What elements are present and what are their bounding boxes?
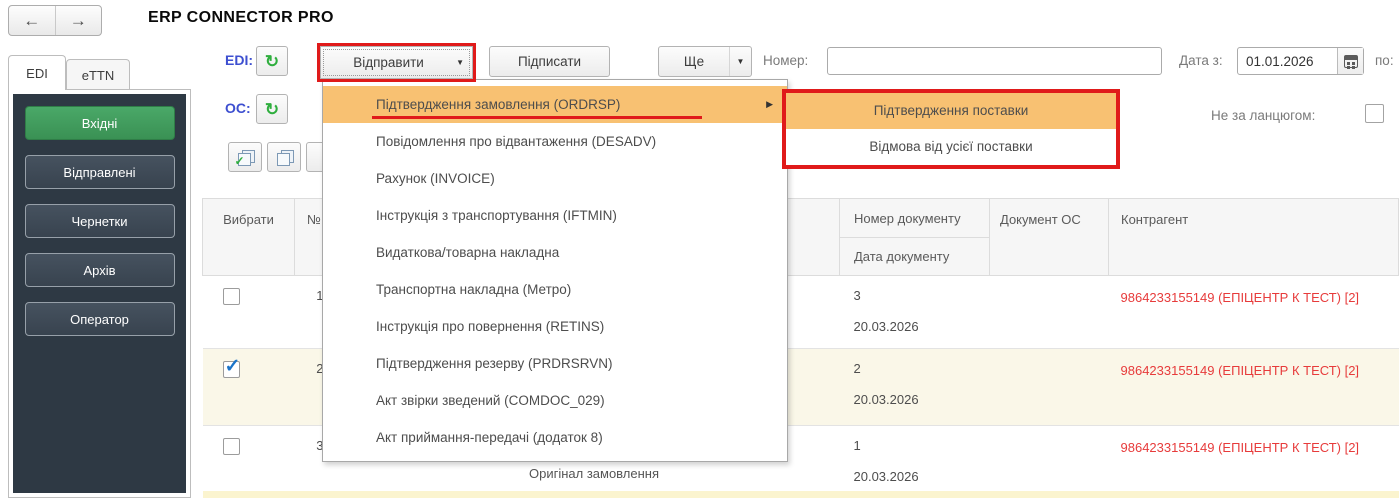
menu-item-prdrsrvn[interactable]: Підтвердження резерву (PRDRSRVN)	[323, 345, 787, 382]
menu-item-transport-metro[interactable]: Транспортна накладна (Метро)	[323, 271, 787, 308]
send-button-label: Відправити	[321, 55, 456, 70]
erp-connector-window: ← → ERP CONNECTOR PRO EDI eTTN Вхідні Ві…	[0, 0, 1400, 498]
date-from-field[interactable]: 01.01.2026	[1237, 47, 1364, 75]
menu-item-vydatkova[interactable]: Видаткова/товарна накладна	[323, 234, 787, 271]
edi-section-label: EDI:	[225, 52, 253, 68]
number-label: Номер:	[763, 53, 808, 68]
unselect-all-button[interactable]	[267, 142, 301, 172]
contragent-cell: 9864233155149 (ЕПІЦЕНТР К ТЕСТ) [2]	[1109, 276, 1399, 349]
menu-item-ordrsp[interactable]: Підтвердження замовлення (ORDRSP) ▶	[323, 86, 787, 123]
doc-number: 2	[854, 361, 990, 376]
forward-arrow-icon: →	[70, 11, 87, 31]
menu-item-retins[interactable]: Інструкція про повернення (RETINS)	[323, 308, 787, 345]
send-dropdown-menu: Підтвердження замовлення (ORDRSP) ▶ Пові…	[322, 79, 788, 462]
sidebar-item-archive[interactable]: Архів	[25, 253, 175, 287]
doc-os-cell	[990, 276, 1109, 349]
doc-os-cell	[990, 426, 1109, 491]
refresh-icon: ↻	[265, 53, 279, 70]
sidebar-item-sent[interactable]: Відправлені	[25, 155, 175, 189]
table-row-partial[interactable]	[203, 491, 1399, 498]
menu-item-dodatok8[interactable]: Акт приймання-передачі (додаток 8)	[323, 419, 787, 456]
forward-button[interactable]: →	[56, 6, 102, 35]
back-button[interactable]: ←	[9, 6, 56, 35]
submenu-item-confirm-delivery[interactable]: Підтвердження поставки	[786, 93, 1116, 129]
more-button-label: Ще	[659, 54, 729, 69]
annotation-box-submenu: Підтвердження поставки Відмова від усієї…	[782, 89, 1120, 169]
select-all-button[interactable]: ✓	[228, 142, 262, 172]
doc-date: 20.03.2026	[854, 319, 990, 334]
calendar-icon	[1344, 55, 1358, 68]
tab-ettn[interactable]: eTTN	[66, 59, 130, 90]
date-from-label: Дата з:	[1179, 53, 1223, 68]
sidebar-item-inbox[interactable]: Вхідні	[25, 106, 175, 140]
annotation-underline	[372, 116, 702, 119]
check-icon: ✓	[225, 355, 241, 378]
column-header-doc-os[interactable]: Документ ОС	[990, 199, 1109, 276]
edi-refresh-button[interactable]: ↻	[256, 46, 288, 76]
sidebar-panel: Вхідні Відправлені Чернетки Архів Операт…	[8, 89, 191, 498]
select-all-documents-icon: ✓	[238, 150, 253, 164]
menu-item-invoice[interactable]: Рахунок (INVOICE)	[323, 160, 787, 197]
send-button[interactable]: Відправити ▼	[320, 46, 473, 79]
chevron-down-icon: ▼	[737, 57, 745, 66]
row-checkbox[interactable]: ✓	[223, 361, 240, 378]
date-to-label: по:	[1375, 53, 1394, 68]
column-header-select[interactable]: Вибрати	[203, 199, 295, 276]
history-nav-group: ← →	[8, 5, 102, 36]
column-header-doc-number[interactable]: Номер документу	[840, 199, 990, 238]
sign-button[interactable]: Підписати	[489, 46, 610, 77]
doc-date: 20.03.2026	[854, 469, 990, 484]
os-section-label: ОС:	[225, 100, 251, 116]
calendar-button[interactable]	[1337, 48, 1363, 74]
not-chain-checkbox[interactable]	[1365, 104, 1384, 123]
refresh-icon: ↻	[265, 101, 279, 118]
column-header-doc-date[interactable]: Дата документу	[840, 238, 990, 276]
back-arrow-icon: ←	[23, 11, 40, 31]
contragent-cell: 9864233155149 (ЕПІЦЕНТР К ТЕСТ) [2]	[1109, 426, 1399, 491]
tab-edi[interactable]: EDI	[8, 55, 66, 90]
row-checkbox[interactable]: ✓	[223, 438, 240, 455]
date-from-value: 01.01.2026	[1238, 54, 1337, 69]
submenu-arrow-icon: ▶	[766, 86, 773, 123]
column-header-contragent[interactable]: Контрагент	[1109, 199, 1399, 276]
sidebar-item-operator[interactable]: Оператор	[25, 302, 175, 336]
menu-item-comdoc029[interactable]: Акт звірки зведений (COMDOC_029)	[323, 382, 787, 419]
submenu-item-refuse-delivery[interactable]: Відмова від усієї поставки	[786, 129, 1116, 165]
not-chain-label: Не за ланцюгом:	[1211, 108, 1315, 123]
doc-number: 1	[854, 438, 990, 453]
sidebar: Вхідні Відправлені Чернетки Архів Операт…	[13, 94, 186, 493]
number-input[interactable]	[827, 47, 1162, 75]
page-title: ERP CONNECTOR PRO	[148, 9, 334, 27]
chevron-down-icon: ▼	[456, 58, 464, 67]
documents-stack-icon	[277, 150, 292, 164]
sidebar-item-drafts[interactable]: Чернетки	[25, 204, 175, 238]
row-checkbox[interactable]: ✓	[223, 288, 240, 305]
os-refresh-button[interactable]: ↻	[256, 94, 288, 124]
menu-item-label: Підтвердження замовлення (ORDRSP)	[376, 97, 620, 112]
contragent-cell: 9864233155149 (ЕПІЦЕНТР К ТЕСТ) [2]	[1109, 349, 1399, 426]
annotation-box-send: Відправити ▼	[317, 43, 476, 82]
doc-number: 3	[854, 288, 990, 303]
menu-item-desadv[interactable]: Повідомлення про відвантаження (DESADV)	[323, 123, 787, 160]
doc-date: 20.03.2026	[854, 392, 990, 407]
doc-os-cell	[990, 349, 1109, 426]
menu-item-iftmin[interactable]: Інструкція з транспортування (IFTMIN)	[323, 197, 787, 234]
more-button[interactable]: Ще ▼	[658, 46, 752, 77]
